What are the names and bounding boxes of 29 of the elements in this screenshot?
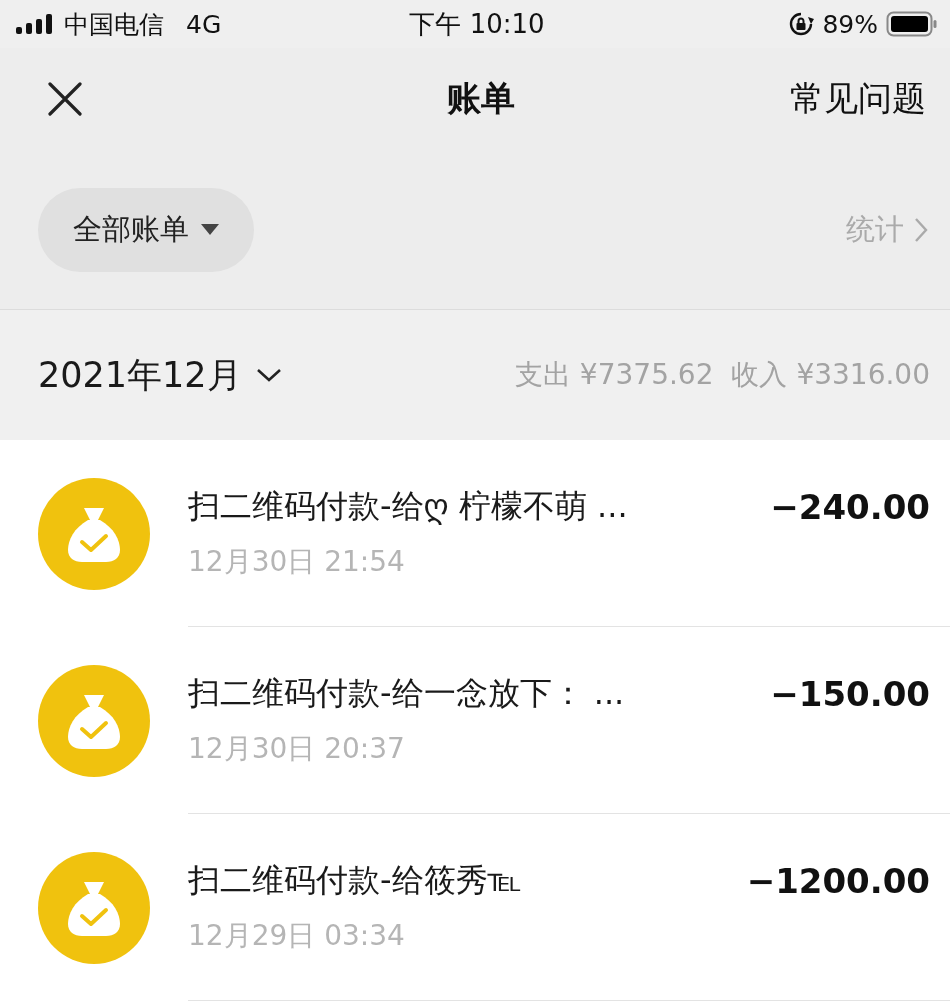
transaction-time: 12月30日 21:54	[188, 544, 406, 580]
transaction-amount: −1200.00	[746, 861, 930, 901]
transaction-amount: −240.00	[770, 487, 930, 527]
chevron-down-icon	[255, 367, 282, 383]
battery-percent: 89%	[822, 9, 878, 39]
transaction-time: 12月30日 20:37	[188, 731, 406, 767]
income-total: 收入 ¥3316.00	[731, 357, 930, 393]
page-title: 账单	[447, 77, 515, 120]
close-icon	[48, 82, 82, 116]
close-button[interactable]	[48, 82, 82, 116]
faq-link[interactable]: 常见问题	[790, 76, 926, 122]
carrier-name: 中国电信	[64, 8, 164, 41]
chevron-right-icon	[914, 216, 928, 243]
transaction-amount: −150.00	[770, 674, 930, 714]
transaction-title: 扫二维码付款-给一念放下： ...	[188, 673, 625, 714]
clock-time: 下午 10:10	[409, 7, 545, 41]
rotation-lock-icon	[788, 11, 815, 37]
caret-icon	[201, 223, 219, 236]
network-type: 4G	[186, 9, 222, 39]
transaction-row[interactable]: 扫二维码付款-给筱秀℡ −1200.00 12月29日 03:34	[0, 814, 950, 1001]
transaction-row[interactable]: 扫二维码付款-给ღ 柠檬不萌 ... −240.00 12月30日 21:54	[0, 440, 950, 627]
bill-filter-dropdown[interactable]: 全部账单	[38, 187, 254, 272]
transaction-title: 扫二维码付款-给筱秀℡	[188, 860, 522, 901]
month-selector[interactable]: 2021年12月	[38, 351, 282, 399]
transaction-row[interactable]: 扫二维码付款-给一念放下： ... −150.00 12月30日 20:37	[0, 627, 950, 814]
transaction-title: 扫二维码付款-给ღ 柠檬不萌 ...	[188, 486, 628, 527]
battery-icon	[886, 11, 938, 37]
expense-total: 支出 ¥7375.62	[514, 357, 714, 393]
transaction-time: 12月29日 03:34	[188, 918, 406, 954]
